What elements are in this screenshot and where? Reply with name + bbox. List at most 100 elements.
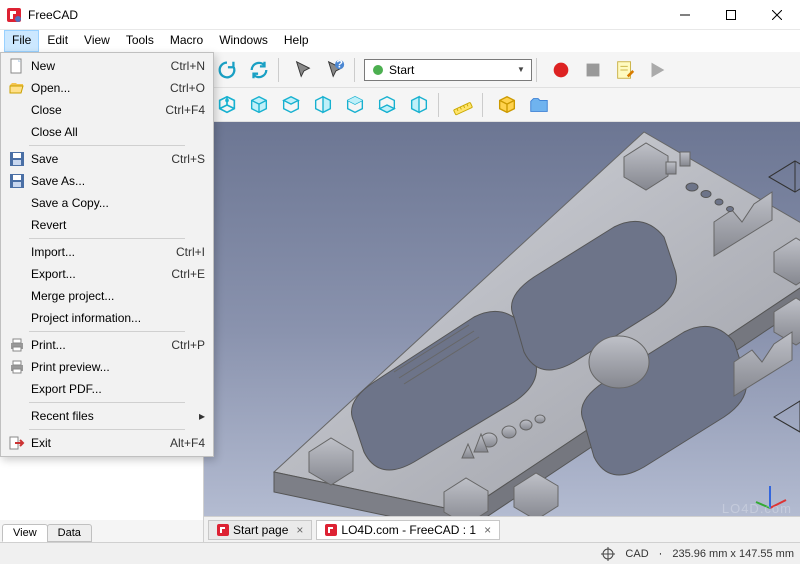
app-logo-icon [6,7,22,23]
view-left-button[interactable] [404,90,434,120]
menu-macro[interactable]: Macro [162,30,211,52]
menu-file[interactable]: File [4,30,39,52]
close-icon[interactable]: × [484,523,491,537]
document-tabs: Start page × LO4D.com - FreeCAD : 1 × [204,516,800,542]
menu-item-label: Exit [31,436,170,450]
blank-icon [7,310,27,326]
viewport-3d[interactable]: Start page × LO4D.com - FreeCAD : 1 × LO… [204,122,800,542]
file-menu-dropdown: NewCtrl+NOpen...Ctrl+OCloseCtrl+F4Close … [0,52,214,457]
file-menu-item[interactable]: Save As... [3,170,211,192]
menu-separator [29,429,185,430]
doc-tab-label: Start page [233,523,288,537]
status-dimensions: 235.96 mm x 147.55 mm [672,548,794,560]
side-tab-view[interactable]: View [2,524,48,542]
part-render [214,122,800,532]
workbench-selector[interactable]: Start ▼ [364,59,532,81]
blank-icon [7,124,27,140]
part-button[interactable] [492,90,522,120]
close-icon[interactable]: × [296,523,303,537]
printer-icon [7,359,27,375]
target-icon [601,547,615,561]
side-panel-tabs: View Data [0,520,203,542]
menu-item-label: Save [31,152,171,166]
file-menu-item[interactable]: Import...Ctrl+I [3,241,211,263]
menu-item-label: Revert [31,218,205,232]
status-target [601,547,615,561]
doc-tab-label: LO4D.com - FreeCAD : 1 [341,523,476,537]
whatsthis-button[interactable]: ? [320,55,350,85]
refresh-all-button[interactable] [244,55,274,85]
menu-item-label: Open... [31,81,170,95]
cursor-button[interactable] [288,55,318,85]
file-menu-item[interactable]: Open...Ctrl+O [3,77,211,99]
blank-icon [7,408,27,424]
group-button[interactable] [524,90,554,120]
blank-icon [7,266,27,282]
maximize-button[interactable] [708,0,754,30]
menu-item-shortcut: Alt+F4 [170,436,205,450]
axis-indicator-icon [750,478,790,518]
macro-play-button[interactable] [642,55,672,85]
file-menu-item[interactable]: Project information... [3,307,211,329]
menu-edit[interactable]: Edit [39,30,76,52]
view-front-button[interactable] [244,90,274,120]
file-menu-item[interactable]: Print preview... [3,356,211,378]
view-right-button[interactable] [308,90,338,120]
menu-item-label: Recent files [31,409,199,423]
file-menu-item[interactable]: CloseCtrl+F4 [3,99,211,121]
file-menu-item[interactable]: Revert [3,214,211,236]
menu-separator [29,145,185,146]
file-menu-item[interactable]: NewCtrl+N [3,55,211,77]
folder-open-icon [7,80,27,96]
view-top-button[interactable] [276,90,306,120]
file-menu-item[interactable]: Save a Copy... [3,192,211,214]
menu-item-shortcut: Ctrl+F4 [165,103,205,117]
menu-item-label: Print preview... [31,360,205,374]
side-tab-data[interactable]: Data [47,524,92,542]
file-menu-item[interactable]: Recent files▸ [3,405,211,427]
view-bottom-button[interactable] [372,90,402,120]
blank-icon [7,102,27,118]
minimize-button[interactable] [662,0,708,30]
file-menu-item[interactable]: Export...Ctrl+E [3,263,211,285]
floppy-icon [7,173,27,189]
svg-text:?: ? [336,59,343,70]
status-bar: CAD · 235.96 mm x 147.55 mm [0,542,800,564]
menu-item-label: Close [31,103,165,117]
status-mode[interactable]: CAD [625,548,648,560]
menu-item-shortcut: Ctrl+S [171,152,205,166]
view-rear-button[interactable] [340,90,370,120]
floppy-icon [7,151,27,167]
file-menu-item[interactable]: Print...Ctrl+P [3,334,211,356]
menu-view[interactable]: View [76,30,118,52]
file-menu-item[interactable]: SaveCtrl+S [3,148,211,170]
refresh-button[interactable] [212,55,242,85]
freecad-doc-icon [217,524,229,536]
close-button[interactable] [754,0,800,30]
macro-record-button[interactable] [546,55,576,85]
menu-item-label: Export... [31,267,171,281]
menu-help[interactable]: Help [276,30,317,52]
workbench-selected: Start [389,63,513,77]
macro-stop-button[interactable] [578,55,608,85]
menu-item-label: Export PDF... [31,382,205,396]
blank-icon [7,381,27,397]
menu-windows[interactable]: Windows [211,30,276,52]
macro-edit-button[interactable] [610,55,640,85]
blank-icon [7,244,27,260]
menu-tools[interactable]: Tools [118,30,162,52]
file-menu-item[interactable]: Close All [3,121,211,143]
menu-item-shortcut: Ctrl+P [171,338,205,352]
measure-button[interactable] [448,90,478,120]
file-menu-item[interactable]: Export PDF... [3,378,211,400]
menu-item-label: Close All [31,125,205,139]
printer-icon [7,337,27,353]
view-iso-button[interactable] [212,90,242,120]
doc-tab-startpage[interactable]: Start page × [208,520,312,540]
file-menu-item[interactable]: ExitAlt+F4 [3,432,211,454]
menu-item-label: Merge project... [31,289,205,303]
file-menu-item[interactable]: Merge project... [3,285,211,307]
doc-tab-active[interactable]: LO4D.com - FreeCAD : 1 × [316,520,500,540]
menu-item-label: Import... [31,245,176,259]
menu-separator [29,331,185,332]
